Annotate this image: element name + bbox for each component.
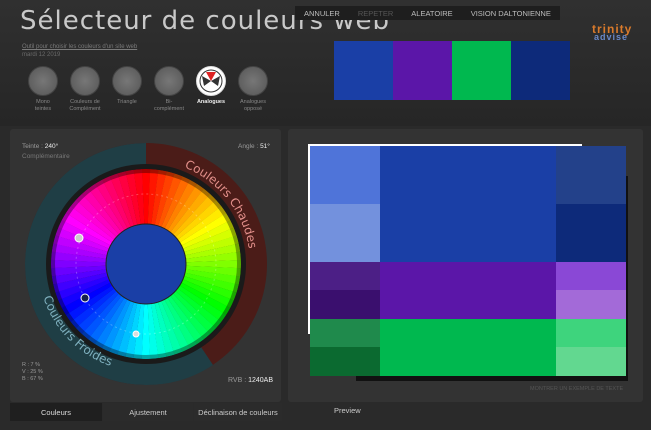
preview-cell[interactable] [556, 319, 626, 347]
preview-cell[interactable] [310, 262, 380, 290]
preview-cell[interactable] [380, 319, 556, 376]
swatch-3[interactable] [452, 41, 511, 100]
preview-cell[interactable] [556, 290, 626, 319]
bottom-tabs: Couleurs Ajustement Déclinaison de coule… [10, 403, 282, 421]
mode-label: Triangle [117, 99, 137, 105]
preview-cell[interactable] [380, 262, 556, 319]
color-picker-app: Sélecteur de couleurs web Outil pour cho… [0, 0, 651, 430]
preview-tab[interactable]: Preview [334, 406, 361, 415]
handle-3[interactable] [132, 330, 140, 338]
analogous-symbol-icon [199, 69, 223, 93]
mode-mono[interactable]: Mono teintes [22, 66, 64, 113]
preview-cell[interactable] [556, 204, 626, 262]
handle-2[interactable] [80, 293, 90, 303]
mode-label: Couleurs de Complément [69, 99, 101, 112]
color-blind-vision-button[interactable]: VISION DALTONIENNE [462, 9, 560, 18]
mode-mono-icon [28, 66, 58, 96]
palette-swatches [334, 41, 570, 100]
preview-cell[interactable] [556, 146, 626, 204]
rvb-value: 1240AB [248, 377, 274, 384]
mode-analogous-opposite[interactable]: Analogues opposé [232, 66, 274, 113]
rgb-b-value: B : 67 % [22, 376, 43, 382]
preview-cell[interactable] [556, 262, 626, 290]
mode-complement[interactable]: Couleurs de Complément [64, 66, 106, 113]
preview-cell[interactable] [310, 146, 380, 204]
preview-cell[interactable] [310, 290, 380, 319]
mode-label: Mono teintes [34, 99, 52, 112]
rvb-label: RVB : [228, 377, 247, 384]
mode-label: Bi-complément [154, 99, 184, 112]
rgb-r-value: R : 7 % [22, 362, 41, 368]
swatch-2[interactable] [393, 41, 452, 100]
mode-bi-complement[interactable]: Bi-complément [148, 66, 190, 113]
date-text: mardi 12 2019 [22, 52, 61, 58]
rgb-percentages: R : 7 % V : 25 % B : 67 % [22, 362, 43, 383]
mode-complement-icon [70, 66, 100, 96]
selected-color-center[interactable] [105, 223, 187, 305]
mode-analogous-icon [196, 66, 226, 96]
tab-adjustment[interactable]: Ajustement [103, 403, 193, 421]
tab-color-variations[interactable]: Déclinaison de couleurs [194, 403, 282, 421]
subtitle-link[interactable]: Outil pour choisir les couleurs d'un sit… [22, 44, 137, 50]
mode-triangle[interactable]: Triangle [106, 66, 148, 106]
header: Sélecteur de couleurs web Outil pour cho… [0, 0, 651, 126]
tab-colors[interactable]: Couleurs [10, 403, 102, 421]
mode-bi-complement-icon [154, 66, 184, 96]
preview-cell[interactable] [310, 319, 380, 347]
swatch-1[interactable] [334, 41, 393, 100]
mode-label: Analogues [196, 99, 226, 105]
color-wheel[interactable]: Couleurs Chaudes Couleurs Froides [23, 141, 269, 387]
logo-text-2: advise [594, 32, 629, 42]
handle-1[interactable] [74, 233, 84, 243]
mode-triangle-icon [112, 66, 142, 96]
top-menu: ANNULER REPETER ALEATOIRE VISION DALTONI… [295, 6, 560, 20]
undo-button[interactable]: ANNULER [295, 9, 349, 18]
preview-grid [308, 144, 628, 381]
preview-cell[interactable] [380, 146, 556, 262]
mode-analogous-opposite-icon [238, 66, 268, 96]
show-text-example-link[interactable]: MONTRER UN EXEMPLE DE TEXTE [530, 386, 623, 392]
preview-cell[interactable] [310, 204, 380, 262]
preview-cell[interactable] [556, 347, 626, 376]
redo-button[interactable]: REPETER [349, 9, 402, 18]
preview-cell[interactable] [310, 347, 380, 376]
mode-label: Analogues opposé [240, 99, 266, 112]
random-button[interactable]: ALEATOIRE [402, 9, 461, 18]
swatch-4[interactable] [511, 41, 570, 100]
brand-logo: trinity advise [590, 22, 638, 42]
mode-analogous[interactable]: Analogues [190, 66, 232, 106]
rvb-readout: RVB : 1240AB [228, 377, 273, 384]
rgb-v-value: V : 25 % [22, 369, 43, 375]
